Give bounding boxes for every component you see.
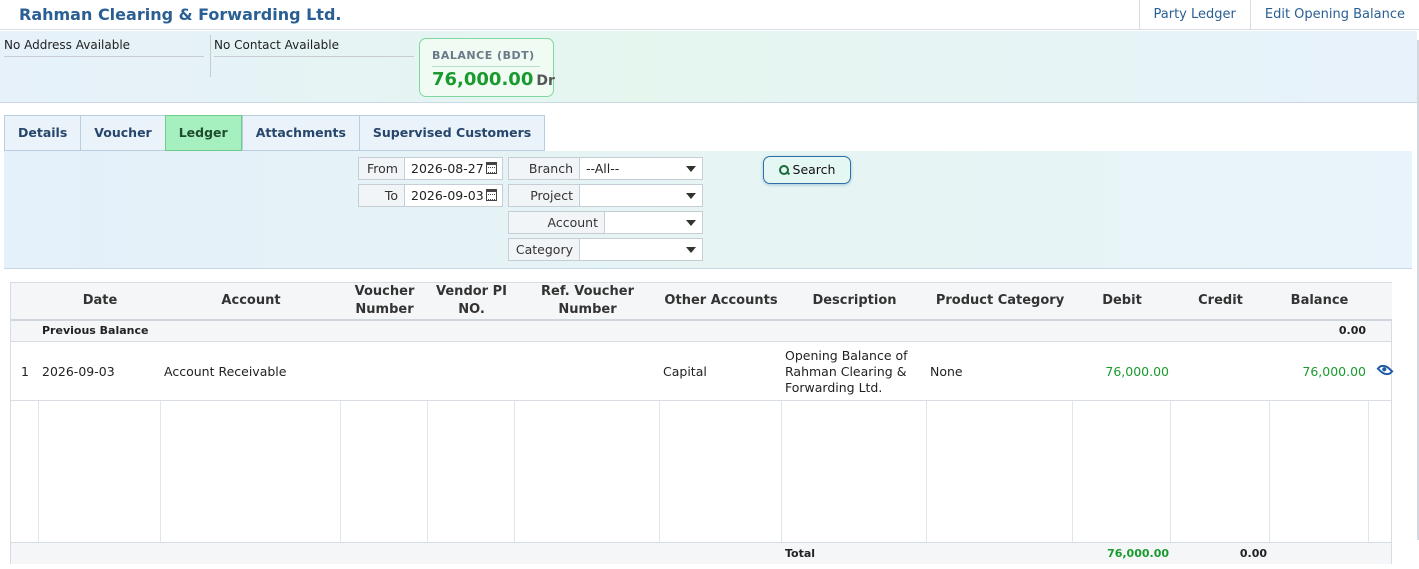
balance-card: BALANCE (BDT) 76,000.00 Dr — [419, 38, 555, 97]
tab-attachments[interactable]: Attachments — [241, 115, 359, 151]
total-row: Total 76,000.00 0.00 — [11, 542, 1391, 564]
row-date: 2026-09-03 — [42, 364, 115, 379]
tab-ledger[interactable]: Ledger — [164, 115, 242, 151]
balance-type: Dr — [536, 73, 555, 89]
chevron-down-icon — [686, 166, 696, 172]
from-date-input[interactable]: 2026-08-27 — [404, 157, 503, 180]
column-header-description[interactable]: Description — [782, 283, 927, 321]
project-select[interactable] — [579, 184, 703, 207]
column-header-ref-voucher[interactable]: Ref. Voucher Number — [515, 283, 660, 321]
previous-balance-value: 0.00 — [1338, 324, 1366, 337]
to-label: To — [358, 184, 405, 207]
address-text: No Address Available — [4, 38, 204, 57]
tab-details[interactable]: Details — [4, 115, 81, 151]
from-label: From — [358, 157, 405, 180]
project-label: Project — [508, 184, 580, 207]
total-debit: 76,000.00 — [1107, 547, 1169, 560]
balance-label: BALANCE (BDT) — [432, 49, 535, 62]
to-date-value: 2026-09-03 — [411, 188, 484, 203]
to-date-input[interactable]: 2026-09-03 — [404, 184, 503, 207]
column-header-account[interactable]: Account — [161, 283, 341, 321]
row-debit: 76,000.00 — [1105, 364, 1169, 379]
party-info-band: No Address Available No Contact Availabl… — [0, 31, 1417, 103]
filter-panel — [4, 151, 1412, 269]
column-header-debit[interactable]: Debit — [1073, 283, 1171, 321]
tab-bar: Details Voucher Ledger Attachments Super… — [4, 115, 546, 152]
search-button-label: Search — [792, 162, 836, 177]
ledger-table: Date Account Voucher Number Vendor PI NO… — [10, 282, 1394, 564]
company-name: Rahman Clearing & Forwarding Ltd. — [19, 5, 342, 24]
column-header-actions — [1369, 283, 1392, 321]
column-header-date[interactable]: Date — [39, 283, 161, 321]
row-product-category: None — [930, 364, 963, 379]
search-button[interactable]: Search — [763, 156, 851, 184]
edit-opening-balance-link[interactable]: Edit Opening Balance — [1249, 0, 1419, 30]
total-credit: 0.00 — [1239, 547, 1267, 560]
previous-balance-label: Previous Balance — [42, 324, 149, 337]
account-label: Account — [508, 211, 605, 234]
tab-voucher[interactable]: Voucher — [80, 115, 165, 151]
chevron-down-icon — [686, 247, 696, 253]
view-eye-icon[interactable] — [1376, 361, 1394, 379]
column-header-credit[interactable]: Credit — [1171, 283, 1270, 321]
account-select[interactable] — [604, 211, 703, 234]
total-label: Total — [785, 547, 816, 560]
branch-label: Branch — [508, 157, 580, 180]
balance-amount: 76,000.00 — [432, 69, 534, 90]
row-index: 1 — [21, 364, 29, 379]
row-other-accounts: Capital — [663, 364, 707, 379]
column-header-vendor-pi[interactable]: Vendor PI NO. — [428, 283, 515, 321]
previous-balance-row: Previous Balance 0.00 — [11, 321, 1391, 342]
top-bar: Rahman Clearing & Forwarding Ltd. Party … — [0, 0, 1419, 30]
chevron-down-icon — [686, 193, 696, 199]
row-balance: 76,000.00 — [1302, 364, 1366, 379]
row-description: Opening Balance of Rahman Clearing & For… — [785, 348, 908, 395]
column-header-balance[interactable]: Balance — [1270, 283, 1369, 321]
category-select[interactable] — [579, 238, 703, 261]
tab-supervised-customers[interactable]: Supervised Customers — [358, 115, 546, 151]
column-header-index — [11, 283, 39, 321]
branch-select[interactable]: --All-- — [579, 157, 703, 180]
chevron-down-icon — [686, 220, 696, 226]
divider — [210, 35, 211, 77]
branch-value: --All-- — [586, 161, 620, 176]
divider — [432, 66, 540, 67]
category-label: Category — [508, 238, 580, 261]
balance-value: 76,000.00 Dr — [432, 69, 555, 90]
table-row[interactable]: 1 2026-09-03 Account Receivable Capital … — [11, 342, 1394, 401]
party-ledger-link[interactable]: Party Ledger — [1138, 0, 1250, 30]
column-header-other-accounts[interactable]: Other Accounts — [660, 283, 782, 321]
row-account: Account Receivable — [164, 364, 287, 379]
search-icon — [778, 165, 789, 175]
calendar-icon[interactable] — [486, 189, 497, 201]
top-links: Party Ledger Edit Opening Balance — [1138, 0, 1419, 30]
contact-text: No Contact Available — [214, 38, 414, 57]
column-header-product-category[interactable]: Product Category — [927, 283, 1073, 321]
calendar-icon[interactable] — [486, 162, 497, 174]
from-date-value: 2026-08-27 — [411, 161, 484, 176]
column-header-voucher-number[interactable]: Voucher Number — [341, 283, 428, 321]
